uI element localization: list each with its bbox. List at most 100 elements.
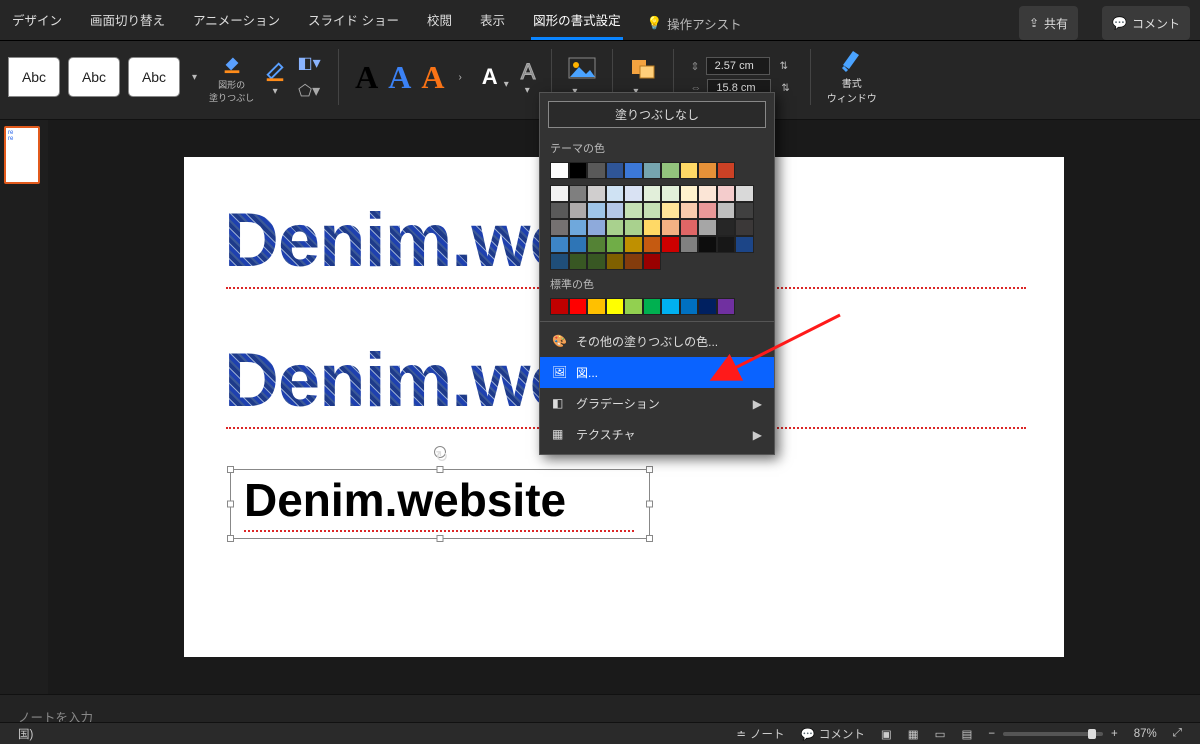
color-swatch[interactable] xyxy=(624,236,643,253)
arrange-button[interactable]: ▾ xyxy=(629,57,657,97)
color-swatch[interactable] xyxy=(606,162,625,179)
shape-outline-button[interactable] xyxy=(262,58,288,84)
chevron-down-icon[interactable]: ▾ xyxy=(188,72,201,83)
shape-style-1[interactable]: Abc xyxy=(8,57,60,97)
color-swatch[interactable] xyxy=(643,253,662,270)
zoom-out-button[interactable]: − xyxy=(980,728,1003,740)
color-swatch[interactable] xyxy=(643,219,662,236)
color-swatch[interactable] xyxy=(661,219,680,236)
color-swatch[interactable] xyxy=(717,162,736,179)
color-swatch[interactable] xyxy=(587,185,606,202)
view-sorter-button[interactable]: ▦ xyxy=(900,727,927,741)
color-swatch[interactable] xyxy=(550,202,569,219)
tab-slideshow[interactable]: スライド ショー xyxy=(306,6,401,40)
color-swatch[interactable] xyxy=(550,236,569,253)
picture-insert-button[interactable]: ▾ xyxy=(568,57,596,97)
rotate-handle[interactable]: ↻ xyxy=(434,446,446,458)
color-swatch[interactable] xyxy=(550,219,569,236)
text-denim-3[interactable]: Denim.website xyxy=(244,473,566,527)
tab-view[interactable]: 表示 xyxy=(478,6,507,40)
color-swatch[interactable] xyxy=(680,202,699,219)
color-swatch[interactable] xyxy=(735,202,754,219)
status-language[interactable]: 国) xyxy=(10,726,41,742)
status-comments-button[interactable]: 💬コメント xyxy=(793,726,873,742)
shape-height-input[interactable]: 2.57 cm xyxy=(706,57,770,75)
color-swatch[interactable] xyxy=(550,298,569,315)
color-swatch[interactable] xyxy=(661,185,680,202)
color-swatch[interactable] xyxy=(587,202,606,219)
chevron-down-icon[interactable]: ▾ xyxy=(269,86,282,97)
color-swatch[interactable] xyxy=(661,202,680,219)
color-swatch[interactable] xyxy=(606,202,625,219)
color-swatch[interactable] xyxy=(717,219,736,236)
color-swatch[interactable] xyxy=(735,219,754,236)
color-swatch[interactable] xyxy=(624,162,643,179)
color-swatch[interactable] xyxy=(680,162,699,179)
color-swatch[interactable] xyxy=(698,162,717,179)
wordart-gallery[interactable]: A A A › xyxy=(355,59,466,96)
slide-thumbnail-pane[interactable]: re re xyxy=(0,120,48,694)
tab-shape-format[interactable]: 図形の書式設定 xyxy=(531,6,623,40)
color-swatch[interactable] xyxy=(717,236,736,253)
chevron-right-icon[interactable]: › xyxy=(454,72,465,83)
color-swatch[interactable] xyxy=(680,185,699,202)
color-swatch[interactable] xyxy=(606,253,625,270)
shape-fill-button[interactable] xyxy=(219,50,245,76)
color-swatch[interactable] xyxy=(550,185,569,202)
color-swatch[interactable] xyxy=(587,253,606,270)
wordart-style-1[interactable]: A xyxy=(355,59,378,96)
color-swatch[interactable] xyxy=(643,202,662,219)
color-swatch[interactable] xyxy=(661,162,680,179)
text-outline-button[interactable]: A▾ xyxy=(521,59,536,96)
color-swatch[interactable] xyxy=(569,185,588,202)
zoom-in-button[interactable]: + xyxy=(1103,728,1126,740)
stepper-icon[interactable]: ⇅ xyxy=(776,61,792,72)
color-swatch[interactable] xyxy=(698,219,717,236)
color-swatch[interactable] xyxy=(680,298,699,315)
shape-style-gallery[interactable]: Abc Abc Abc xyxy=(8,57,180,97)
shape-style-2[interactable]: Abc xyxy=(68,57,120,97)
color-swatch[interactable] xyxy=(569,219,588,236)
color-swatch[interactable] xyxy=(606,185,625,202)
color-swatch[interactable] xyxy=(587,219,606,236)
shape-style-3[interactable]: Abc xyxy=(128,57,180,97)
view-slideshow-button[interactable]: ▤ xyxy=(953,727,980,741)
color-swatch[interactable] xyxy=(569,253,588,270)
slide-thumbnail-1[interactable]: re re xyxy=(4,126,40,184)
color-swatch[interactable] xyxy=(606,219,625,236)
color-swatch[interactable] xyxy=(680,219,699,236)
text-fill-button[interactable]: A▾ xyxy=(482,64,513,90)
color-swatch[interactable] xyxy=(624,253,643,270)
shape-dropdown-button[interactable]: ⬠▾ xyxy=(296,78,322,104)
color-swatch[interactable] xyxy=(587,162,606,179)
status-notes-button[interactable]: ≐ノート xyxy=(728,726,792,742)
color-swatch[interactable] xyxy=(735,185,754,202)
tell-me-assist[interactable]: 💡 操作アシスト xyxy=(647,6,742,40)
view-normal-button[interactable]: ▣ xyxy=(873,727,900,741)
color-swatch[interactable] xyxy=(643,162,662,179)
color-swatch[interactable] xyxy=(717,185,736,202)
color-swatch[interactable] xyxy=(569,236,588,253)
tab-design[interactable]: デザイン xyxy=(10,6,64,40)
stepper-icon[interactable]: ⇅ xyxy=(777,83,793,94)
color-swatch[interactable] xyxy=(624,298,643,315)
view-reading-button[interactable]: ▭ xyxy=(927,727,954,741)
color-swatch[interactable] xyxy=(606,298,625,315)
color-swatch[interactable] xyxy=(698,202,717,219)
no-fill-option[interactable]: 塗りつぶしなし xyxy=(548,101,766,128)
color-swatch[interactable] xyxy=(698,185,717,202)
wordart-style-2[interactable]: A xyxy=(388,59,411,96)
shape-effects-button[interactable]: ◧▾ xyxy=(296,50,322,76)
comments-button[interactable]: 💬コメント xyxy=(1102,6,1190,40)
color-swatch[interactable] xyxy=(587,236,606,253)
zoom-level[interactable]: 87% xyxy=(1126,728,1165,740)
color-swatch[interactable] xyxy=(587,298,606,315)
color-swatch[interactable] xyxy=(643,185,662,202)
color-swatch[interactable] xyxy=(661,236,680,253)
color-swatch[interactable] xyxy=(569,162,588,179)
color-swatch[interactable] xyxy=(569,202,588,219)
share-button[interactable]: ⇪共有 xyxy=(1019,6,1078,40)
tab-review[interactable]: 校閲 xyxy=(425,6,454,40)
tab-transition[interactable]: 画面切り替え xyxy=(88,6,167,40)
texture-fill-option[interactable]: ▦ テクスチャ ▶ xyxy=(540,419,774,450)
